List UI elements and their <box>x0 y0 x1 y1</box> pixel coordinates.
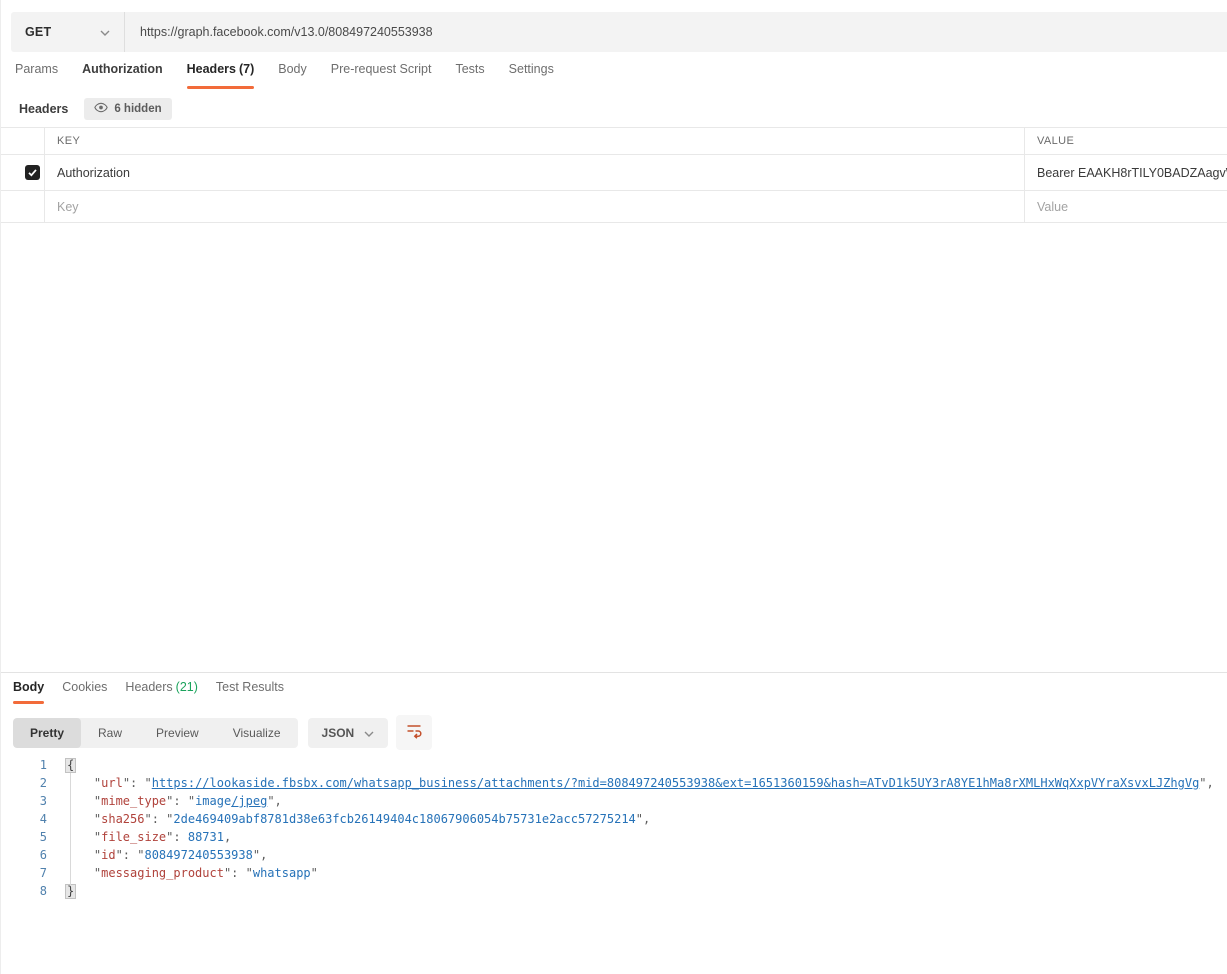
value-placeholder-input[interactable]: Value <box>1037 200 1068 214</box>
tab-headers[interactable]: Headers(21) <box>125 680 197 704</box>
tab-authorization[interactable]: Authorization <box>82 62 163 89</box>
header-key-input[interactable]: Authorization <box>57 166 130 180</box>
format-selector[interactable]: JSON <box>308 718 389 748</box>
tab-tests[interactable]: Tests <box>455 62 484 89</box>
table-row-empty: Key Value <box>1 190 1227 223</box>
line-number: 8 <box>1 882 47 900</box>
key-placeholder-input[interactable]: Key <box>57 200 79 214</box>
header-checkbox-cell <box>1 128 45 154</box>
table-row: Authorization Bearer EAAKH8rTILY0BADZAag… <box>1 154 1227 190</box>
line-number: 5 <box>1 828 47 846</box>
format-label: JSON <box>322 726 355 740</box>
chevron-down-icon <box>100 23 110 41</box>
hidden-headers-toggle[interactable]: 6 hidden <box>84 98 171 120</box>
hidden-headers-label: 6 hidden <box>114 103 161 115</box>
tab-count-badge: (7) <box>239 62 254 76</box>
view-mode-preview[interactable]: Preview <box>139 718 216 748</box>
line-number: 3 <box>1 792 47 810</box>
line-number: 2 <box>1 774 47 792</box>
view-mode-raw[interactable]: Raw <box>81 718 139 748</box>
code-line: 4 "sha256": "2de469409abf8781d38e63fcb26… <box>1 810 1227 828</box>
view-mode-pretty[interactable]: Pretty <box>13 718 81 748</box>
request-url-bar: GET https://graph.facebook.com/v13.0/808… <box>11 12 1227 52</box>
chevron-down-icon <box>364 726 374 740</box>
code-line: 6 "id": "808497240553938", <box>1 846 1227 864</box>
key-column-header: KEY <box>57 135 80 147</box>
tab-test-results[interactable]: Test Results <box>216 680 284 704</box>
code-line: 2 "url": "https://lookaside.fbsbx.com/wh… <box>1 774 1227 792</box>
indent-guide <box>70 773 71 885</box>
eye-icon <box>94 102 108 116</box>
tab-cookies[interactable]: Cookies <box>62 680 107 704</box>
line-number: 1 <box>1 756 47 774</box>
code-line: 3 "mime_type": "image/jpeg", <box>1 792 1227 810</box>
url-input[interactable]: https://graph.facebook.com/v13.0/8084972… <box>125 12 1227 52</box>
tab-params[interactable]: Params <box>15 62 58 89</box>
tab-headers[interactable]: Headers(7) <box>187 62 255 89</box>
tab-count-badge: (21) <box>176 680 198 694</box>
response-body-viewer[interactable]: 1{2 "url": "https://lookaside.fbsbx.com/… <box>1 756 1227 900</box>
tab-body[interactable]: Body <box>13 680 44 704</box>
header-value-input[interactable]: Bearer EAAKH8rTILY0BADZAagvW <box>1037 166 1227 180</box>
table-header-row: KEY VALUE <box>1 127 1227 154</box>
code-line: 8} <box>1 882 1227 900</box>
code-line: 7 "messaging_product": "whatsapp" <box>1 864 1227 882</box>
headers-title: Headers <box>19 102 68 116</box>
request-tabs: Params Authorization Headers(7) Body Pre-req… <box>15 62 554 89</box>
response-panel: Body Cookies Headers(21) Test Results Prett… <box>1 672 1227 974</box>
code-line: 5 "file_size": 88731, <box>1 828 1227 846</box>
wrap-lines-button[interactable] <box>396 715 432 750</box>
response-tabs: Body Cookies Headers(21) Test Results <box>13 680 284 704</box>
headers-subheader: Headers 6 hidden <box>19 98 172 120</box>
tab-body[interactable]: Body <box>278 62 307 89</box>
line-number: 4 <box>1 810 47 828</box>
tab-pre-request-script[interactable]: Pre-request Script <box>331 62 432 89</box>
app-window: GET https://graph.facebook.com/v13.0/808… <box>0 0 1227 974</box>
wrap-lines-icon <box>405 721 423 744</box>
line-number: 7 <box>1 864 47 882</box>
response-toolbar: PrettyRawPreviewVisualize JSON <box>13 715 432 750</box>
value-column-header: VALUE <box>1037 135 1074 147</box>
row-checkbox-checked[interactable] <box>25 165 40 180</box>
method-label: GET <box>25 25 51 39</box>
view-mode-visualize[interactable]: Visualize <box>216 718 298 748</box>
code-line: 1{ <box>1 756 1227 774</box>
method-selector[interactable]: GET <box>11 12 125 52</box>
view-mode-switcher: PrettyRawPreviewVisualize <box>13 718 298 748</box>
headers-table: KEY VALUE Authorization Bearer EAAKH8rTI… <box>1 127 1227 223</box>
tab-settings[interactable]: Settings <box>509 62 554 89</box>
line-number: 6 <box>1 846 47 864</box>
